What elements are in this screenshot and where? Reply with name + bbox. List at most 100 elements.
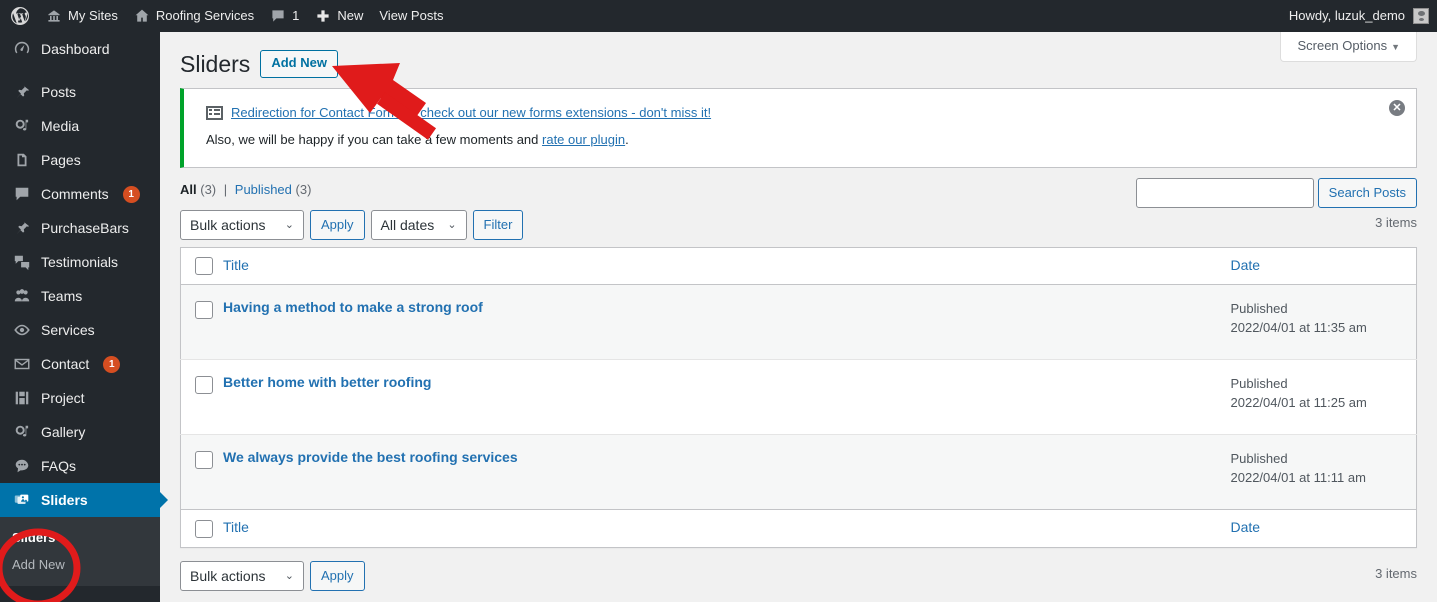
submenu-item-sliders[interactable]: Sliders bbox=[0, 524, 160, 551]
row-status: Published bbox=[1230, 301, 1288, 317]
submenu-item-add-new[interactable]: Add New bbox=[0, 551, 160, 578]
sidebar-label-comments: Comments bbox=[41, 186, 109, 202]
sidebar-item-testimonials[interactable]: Testimonials bbox=[0, 245, 160, 279]
sidebar-label-purchasebars: PurchaseBars bbox=[41, 220, 129, 236]
row-title-link[interactable]: Having a method to make a strong roof bbox=[223, 299, 483, 315]
date-filter-select[interactable]: All dates ⌄ bbox=[370, 210, 467, 240]
adminbar-item-new[interactable]: New bbox=[307, 0, 371, 32]
admin-sidebar-menu: Dashboard Posts Media Pages Comments 1 P… bbox=[0, 32, 168, 602]
sidebar-label-contact: Contact bbox=[41, 356, 90, 372]
row-title-cell: Having a method to make a strong roof bbox=[223, 285, 1231, 360]
column-header-date-top[interactable]: Date bbox=[1230, 247, 1417, 286]
project-icon bbox=[12, 388, 32, 408]
adminbar-label-my-sites: My Sites bbox=[68, 8, 118, 23]
sidebar-item-gallery[interactable]: Gallery bbox=[0, 415, 160, 449]
row-title-link[interactable]: We always provide the best roofing servi… bbox=[223, 449, 518, 465]
column-header-title-bottom[interactable]: Title bbox=[223, 509, 1231, 548]
row-checkbox[interactable] bbox=[195, 300, 213, 319]
sidebar-item-pages[interactable]: Pages bbox=[0, 143, 160, 177]
table-header-row: Title Date bbox=[180, 247, 1417, 286]
date-filter-value: All dates bbox=[380, 217, 435, 233]
adminbar-item-howdy[interactable]: Howdy, luzuk_demo bbox=[1281, 0, 1437, 32]
row-title-cell: Better home with better roofing bbox=[223, 360, 1231, 435]
row-checkbox[interactable] bbox=[195, 375, 213, 394]
form-list-icon bbox=[206, 105, 223, 120]
comments-icon bbox=[12, 184, 32, 204]
adminbar-item-site-name[interactable]: Roofing Services bbox=[126, 0, 262, 32]
apply-button-top[interactable]: Apply bbox=[310, 210, 365, 240]
table-row: Having a method to make a strong roof Pu… bbox=[180, 284, 1417, 360]
howdy-label: Howdy, luzuk_demo bbox=[1288, 8, 1405, 23]
sidebar-item-sliders[interactable]: Sliders bbox=[0, 483, 168, 517]
sidebar-label-teams: Teams bbox=[41, 288, 83, 304]
displaying-num-bottom: 3 items bbox=[1375, 565, 1417, 581]
media-icon bbox=[12, 116, 32, 136]
filter-link-published[interactable]: Published bbox=[235, 182, 292, 197]
row-status: Published bbox=[1230, 451, 1288, 467]
apply-button-bottom[interactable]: Apply bbox=[310, 560, 365, 591]
bulk-actions-select-bottom[interactable]: Bulk actions ⌄ bbox=[180, 560, 304, 591]
filter-count-published: (3) bbox=[295, 182, 312, 197]
admin-bar: My Sites Roofing Services 1 New View Pos… bbox=[0, 0, 1437, 32]
adminbar-item-comments[interactable]: 1 bbox=[262, 0, 307, 32]
adminbar-item-view-posts[interactable]: View Posts bbox=[371, 0, 451, 32]
search-posts-button[interactable]: Search Posts bbox=[1317, 178, 1417, 208]
sidebar-label-services: Services bbox=[41, 322, 95, 338]
notice-promo-link[interactable]: Redirection for Contact Form 7 - check o… bbox=[231, 105, 711, 120]
posts-list-table: Title Date Having a method to make a str… bbox=[180, 247, 1417, 548]
bulk-actions-select-top[interactable]: Bulk actions ⌄ bbox=[180, 210, 304, 240]
row-checkbox[interactable] bbox=[195, 450, 213, 469]
row-checkbox-cell bbox=[181, 360, 224, 435]
column-header-title-top[interactable]: Title bbox=[223, 247, 1231, 286]
sidebar-item-dashboard[interactable]: Dashboard bbox=[0, 32, 160, 66]
notice-first-line: Redirection for Contact Form 7 - check o… bbox=[200, 101, 1404, 122]
sidebar-item-faqs[interactable]: FAQs bbox=[0, 449, 160, 483]
wordpress-logo-button[interactable] bbox=[0, 0, 38, 32]
row-date-cell: Published 2022/04/01 at 11:11 am bbox=[1231, 435, 1417, 510]
row-title-link[interactable]: Better home with better roofing bbox=[223, 374, 431, 390]
user-avatar-icon bbox=[1413, 8, 1429, 24]
column-header-date-bottom[interactable]: Date bbox=[1230, 509, 1417, 548]
sidebar-item-teams[interactable]: Teams bbox=[0, 279, 160, 313]
pin-icon bbox=[12, 218, 32, 238]
bulk-actions-value-top: Bulk actions bbox=[190, 217, 266, 233]
sidebar-item-services[interactable]: Services bbox=[0, 313, 160, 347]
rate-our-plugin-link[interactable]: rate our plugin bbox=[542, 132, 625, 147]
select-all-checkbox-top[interactable] bbox=[195, 257, 213, 276]
sidebar-item-contact[interactable]: Contact 1 bbox=[0, 347, 160, 381]
displaying-num-top: 3 items bbox=[1375, 215, 1417, 230]
filter-button[interactable]: Filter bbox=[472, 210, 524, 240]
adminbar-label-view-posts: View Posts bbox=[379, 8, 444, 23]
page-header: Sliders Add New bbox=[180, 32, 1417, 78]
filter-count-all: (3) bbox=[200, 182, 217, 197]
sliders-submenu: Sliders Add New bbox=[0, 517, 160, 586]
table-body: Having a method to make a strong roof Pu… bbox=[180, 284, 1417, 510]
adminbar-item-my-sites[interactable]: My Sites bbox=[38, 0, 126, 32]
pin-icon bbox=[12, 82, 32, 102]
table-foot: Title Date bbox=[180, 509, 1417, 548]
select-all-checkbox-bottom[interactable] bbox=[195, 519, 213, 538]
sidebar-item-project[interactable]: Project bbox=[0, 381, 160, 415]
sidebar-item-purchasebars[interactable]: PurchaseBars bbox=[0, 211, 160, 245]
contact-count-badge: 1 bbox=[103, 355, 121, 373]
search-input[interactable] bbox=[1135, 178, 1314, 208]
sidebar-item-media[interactable]: Media bbox=[0, 109, 160, 143]
submenu-label-sliders: Sliders bbox=[12, 530, 56, 545]
faqs-icon bbox=[12, 456, 32, 476]
sidebar-label-project: Project bbox=[41, 390, 85, 406]
screen-options-label: Screen Options bbox=[1297, 38, 1388, 53]
row-date: 2022/04/01 at 11:35 am bbox=[1230, 320, 1367, 336]
dashboard-icon bbox=[12, 39, 32, 59]
plus-icon bbox=[315, 8, 331, 24]
sidebar-label-pages: Pages bbox=[41, 152, 81, 168]
comment-bubble-icon bbox=[270, 8, 286, 24]
screen-options-button[interactable]: Screen Options ▼ bbox=[1280, 32, 1417, 62]
comments-count-badge: 1 bbox=[122, 185, 140, 203]
close-icon[interactable]: ✕ bbox=[1389, 100, 1405, 116]
table-head: Title Date bbox=[180, 247, 1417, 286]
add-new-button[interactable]: Add New bbox=[260, 50, 338, 78]
sidebar-item-posts[interactable]: Posts bbox=[0, 75, 160, 109]
sidebar-item-comments[interactable]: Comments 1 bbox=[0, 177, 160, 211]
select-all-header bbox=[180, 247, 223, 286]
filter-link-all[interactable]: All bbox=[180, 182, 197, 197]
